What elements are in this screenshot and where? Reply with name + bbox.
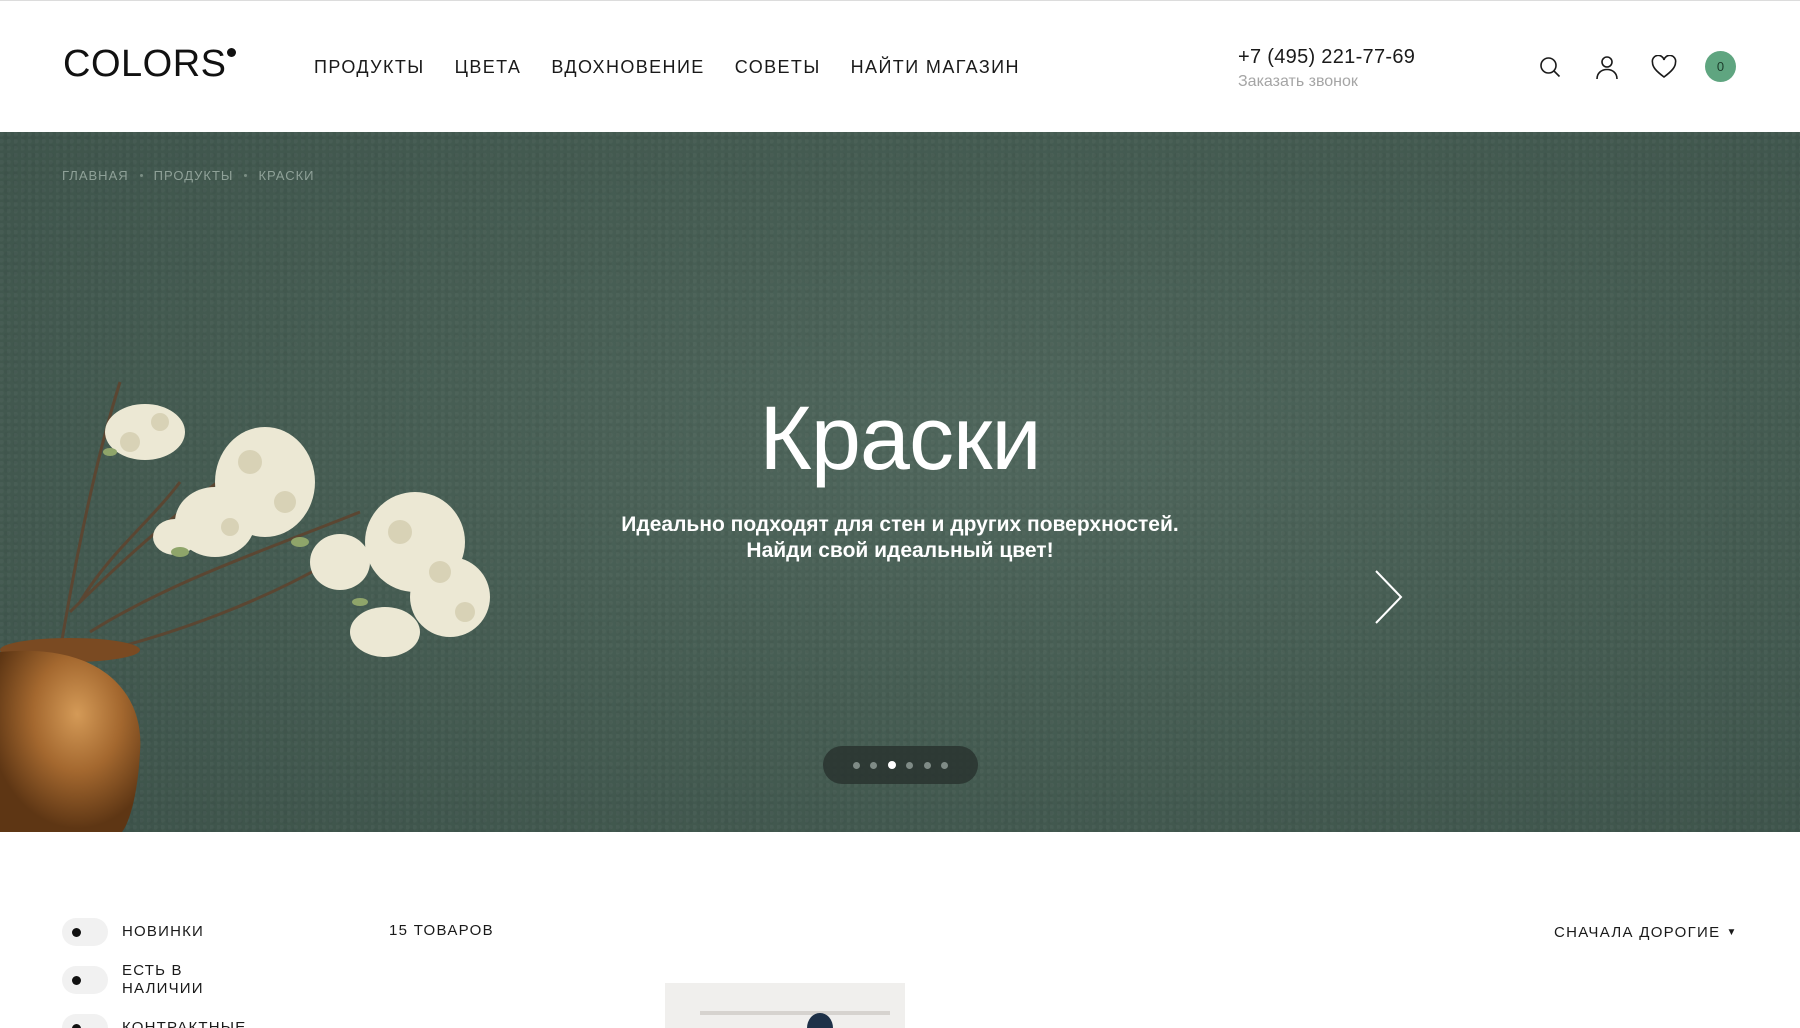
product-image-shelf — [700, 1011, 890, 1015]
filter-label: НОВИНКИ — [122, 923, 205, 940]
header-actions: 0 — [1536, 51, 1736, 82]
product-count: 15 ТОВАРОВ — [389, 922, 494, 939]
filter-in-stock[interactable]: ЕСТЬ В НАЛИЧИИ — [62, 962, 252, 998]
slider-dot[interactable] — [870, 761, 878, 769]
search-icon[interactable] — [1536, 53, 1564, 81]
sort-dropdown[interactable]: СНАЧАЛА ДОРОГИЕ ▼ — [1554, 924, 1738, 941]
slider-pagination — [823, 746, 978, 784]
logo-dot — [227, 48, 237, 57]
nav-item-inspiration[interactable]: ВДОХНОВЕНИЕ — [551, 57, 704, 78]
nav-item-tips[interactable]: СОВЕТЫ — [735, 57, 821, 78]
product-image-object — [807, 1013, 833, 1028]
filter-panel: НОВИНКИ ЕСТЬ В НАЛИЧИИ КОНТРАКТНЫЕ — [62, 918, 252, 1028]
hero-banner: ГЛАВНАЯ ПРОДУКТЫ КРАСКИ Краски Идеально … — [0, 132, 1800, 832]
filter-label: ЕСТЬ В НАЛИЧИИ — [122, 962, 204, 997]
breadcrumb: ГЛАВНАЯ ПРОДУКТЫ КРАСКИ — [62, 168, 315, 183]
phone-number[interactable]: +7 (495) 221-77-69 — [1238, 46, 1415, 69]
logo-text: COLORS — [63, 43, 227, 85]
toggle-knob — [72, 1024, 81, 1028]
breadcrumb-products[interactable]: ПРОДУКТЫ — [154, 168, 234, 183]
breadcrumb-home[interactable]: ГЛАВНАЯ — [62, 168, 129, 183]
cart-count-badge[interactable]: 0 — [1705, 51, 1736, 82]
slider-dot-active[interactable] — [887, 761, 896, 769]
filter-toggle[interactable] — [62, 918, 108, 946]
site-header: COLORS ПРОДУКТЫ ЦВЕТА ВДОХНОВЕНИЕ СОВЕТЫ… — [0, 0, 1800, 132]
slider-dot[interactable] — [941, 761, 949, 769]
breadcrumb-separator — [139, 174, 143, 177]
filter-label: КОНТРАКТНЫЕ — [122, 1019, 247, 1028]
product-card-image[interactable] — [665, 983, 905, 1028]
hero-subtitle: Идеально подходят для стен и других пове… — [0, 512, 1800, 564]
filter-new[interactable]: НОВИНКИ — [62, 918, 252, 946]
slider-dot[interactable] — [852, 761, 860, 769]
hero-subtitle-line-2: Найди свой идеальный цвет! — [746, 539, 1054, 562]
heart-icon[interactable] — [1650, 53, 1678, 81]
main-nav: ПРОДУКТЫ ЦВЕТА ВДОХНОВЕНИЕ СОВЕТЫ НАЙТИ … — [314, 57, 1050, 78]
filter-toggle[interactable] — [62, 1014, 108, 1028]
toggle-knob — [72, 976, 81, 985]
slider-dot[interactable] — [906, 761, 914, 769]
callback-link[interactable]: Заказать звонок — [1238, 73, 1415, 91]
hero-subtitle-line-1: Идеально подходят для стен и других пове… — [621, 513, 1179, 536]
nav-item-colors[interactable]: ЦВЕТА — [455, 57, 522, 78]
breadcrumb-separator — [244, 174, 248, 177]
filter-contract[interactable]: КОНТРАКТНЫЕ — [62, 1014, 252, 1028]
nav-item-products[interactable]: ПРОДУКТЫ — [314, 57, 425, 78]
caret-down-icon: ▼ — [1726, 927, 1738, 938]
contact-block: +7 (495) 221-77-69 Заказать звонок — [1238, 46, 1415, 91]
nav-item-find-store[interactable]: НАЙТИ МАГАЗИН — [851, 57, 1020, 78]
hero-title: Краски — [759, 389, 1041, 489]
breadcrumb-current: КРАСКИ — [258, 168, 315, 183]
logo[interactable]: COLORS — [63, 43, 237, 85]
sort-label: СНАЧАЛА ДОРОГИЕ — [1554, 924, 1721, 941]
slider-dot[interactable] — [923, 761, 931, 769]
user-icon[interactable] — [1593, 53, 1621, 81]
chevron-right-icon[interactable] — [1372, 568, 1404, 626]
filter-toggle[interactable] — [62, 966, 108, 994]
toggle-knob — [72, 928, 81, 937]
